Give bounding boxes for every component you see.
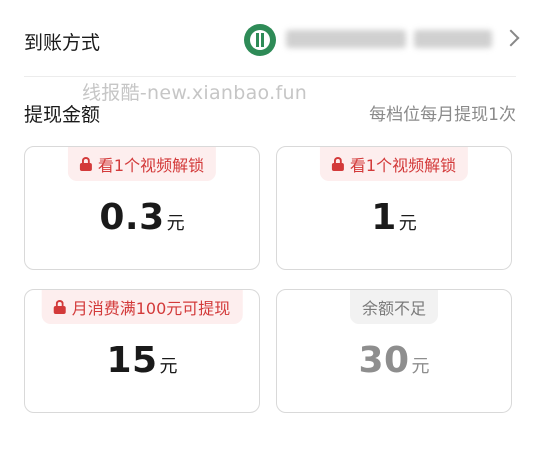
lock-icon	[53, 300, 66, 314]
watermark-text: 线报酷-new.xianbao.fun	[82, 82, 308, 104]
insufficient-balance-tag: 余额不足	[349, 290, 439, 324]
insufficient-balance-label: 余额不足	[361, 299, 427, 318]
unlock-tag-label: 月消费满100元可提现	[71, 299, 231, 318]
withdraw-amount-title: 提现金额	[24, 104, 101, 126]
option-amount: 1	[371, 197, 397, 238]
unlock-tag: 看1个视频解锁	[67, 147, 217, 181]
withdraw-frequency-note: 每档位每月提现1次	[369, 105, 516, 125]
withdraw-option-30[interactable]: 余额不足 30 元	[276, 289, 512, 413]
withdraw-option-1[interactable]: 看1个视频解锁 1元	[276, 146, 512, 270]
option-unit: 元	[398, 213, 417, 234]
option-unit: 元	[159, 356, 178, 377]
option-unit: 元	[166, 213, 185, 234]
payout-method-row[interactable]: 到账方式	[0, 0, 540, 78]
bank-logo-icon	[244, 24, 276, 56]
payout-method-label: 到账方式	[24, 32, 101, 54]
chevron-right-icon[interactable]	[502, 29, 520, 47]
lock-icon	[79, 157, 92, 171]
unlock-tag: 看1个视频解锁	[319, 147, 469, 181]
option-amount: 15	[106, 340, 158, 381]
option-amount: 0.3	[99, 197, 165, 238]
withdraw-option-15[interactable]: 月消费满100元可提现 15 元	[24, 289, 260, 413]
withdraw-option-0-3[interactable]: 看1个视频解锁 0.3 元	[24, 146, 260, 270]
unlock-tag: 月消费满100元可提现	[41, 290, 243, 324]
option-amount: 30	[358, 340, 410, 381]
masked-account-info	[286, 30, 406, 48]
lock-icon	[331, 157, 344, 171]
masked-account-info-tail	[414, 30, 492, 48]
unlock-tag-label: 看1个视频解锁	[349, 156, 457, 175]
option-unit: 元	[411, 356, 430, 377]
unlock-tag-label: 看1个视频解锁	[97, 156, 205, 175]
divider	[24, 76, 516, 77]
